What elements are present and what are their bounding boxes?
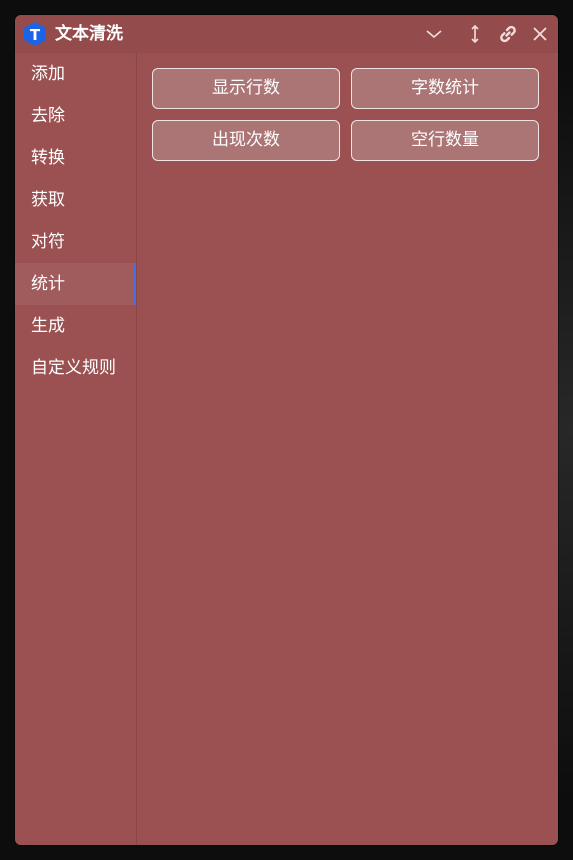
empty-line-count-button[interactable]: 空行数量 [351, 120, 539, 161]
sidebar-item-add[interactable]: 添加 [15, 53, 136, 95]
sidebar-item-symbols[interactable]: 对符 [15, 221, 136, 263]
sidebar-item-remove[interactable]: 去除 [15, 95, 136, 137]
active-indicator [133, 263, 136, 305]
sidebar-item-extract[interactable]: 获取 [15, 179, 136, 221]
app-window: T 文本清洗 添加 去除 转换 获取 对符 统计 生成 自定义规则 显示行数 字… [15, 15, 558, 845]
show-line-count-button[interactable]: 显示行数 [152, 68, 340, 109]
resize-vertical-icon [471, 24, 479, 44]
sidebar-item-convert[interactable]: 转换 [15, 137, 136, 179]
app-logo-letter: T [30, 26, 41, 44]
resize-button[interactable] [464, 23, 486, 45]
link-icon [500, 25, 516, 43]
sidebar-item-statistics[interactable]: 统计 [15, 263, 136, 305]
occurrence-count-button[interactable]: 出现次数 [152, 120, 340, 161]
sidebar-item-custom-rules[interactable]: 自定义规则 [15, 347, 136, 389]
app-logo-icon: T [23, 21, 47, 47]
sidebar-item-label: 添加 [31, 64, 65, 84]
close-button[interactable] [529, 23, 551, 45]
collapse-button[interactable] [423, 23, 445, 45]
sidebar-item-label: 自定义规则 [31, 358, 116, 378]
close-icon [533, 27, 547, 41]
pin-link-button[interactable] [497, 23, 519, 45]
sidebar-item-label: 对符 [31, 232, 65, 252]
chevron-down-icon [426, 30, 442, 39]
sidebar-item-label: 生成 [31, 316, 65, 336]
sidebar: 添加 去除 转换 获取 对符 统计 生成 自定义规则 [15, 53, 137, 845]
sidebar-item-label: 去除 [31, 106, 65, 126]
sidebar-item-label: 统计 [31, 274, 65, 294]
sidebar-item-label: 获取 [31, 190, 65, 210]
app-title: 文本清洗 [55, 24, 123, 44]
sidebar-item-label: 转换 [31, 148, 65, 168]
title-bar[interactable]: T 文本清洗 [15, 15, 558, 53]
word-count-button[interactable]: 字数统计 [351, 68, 539, 109]
sidebar-item-generate[interactable]: 生成 [15, 305, 136, 347]
main-content: 显示行数 字数统计 出现次数 空行数量 [137, 53, 558, 845]
